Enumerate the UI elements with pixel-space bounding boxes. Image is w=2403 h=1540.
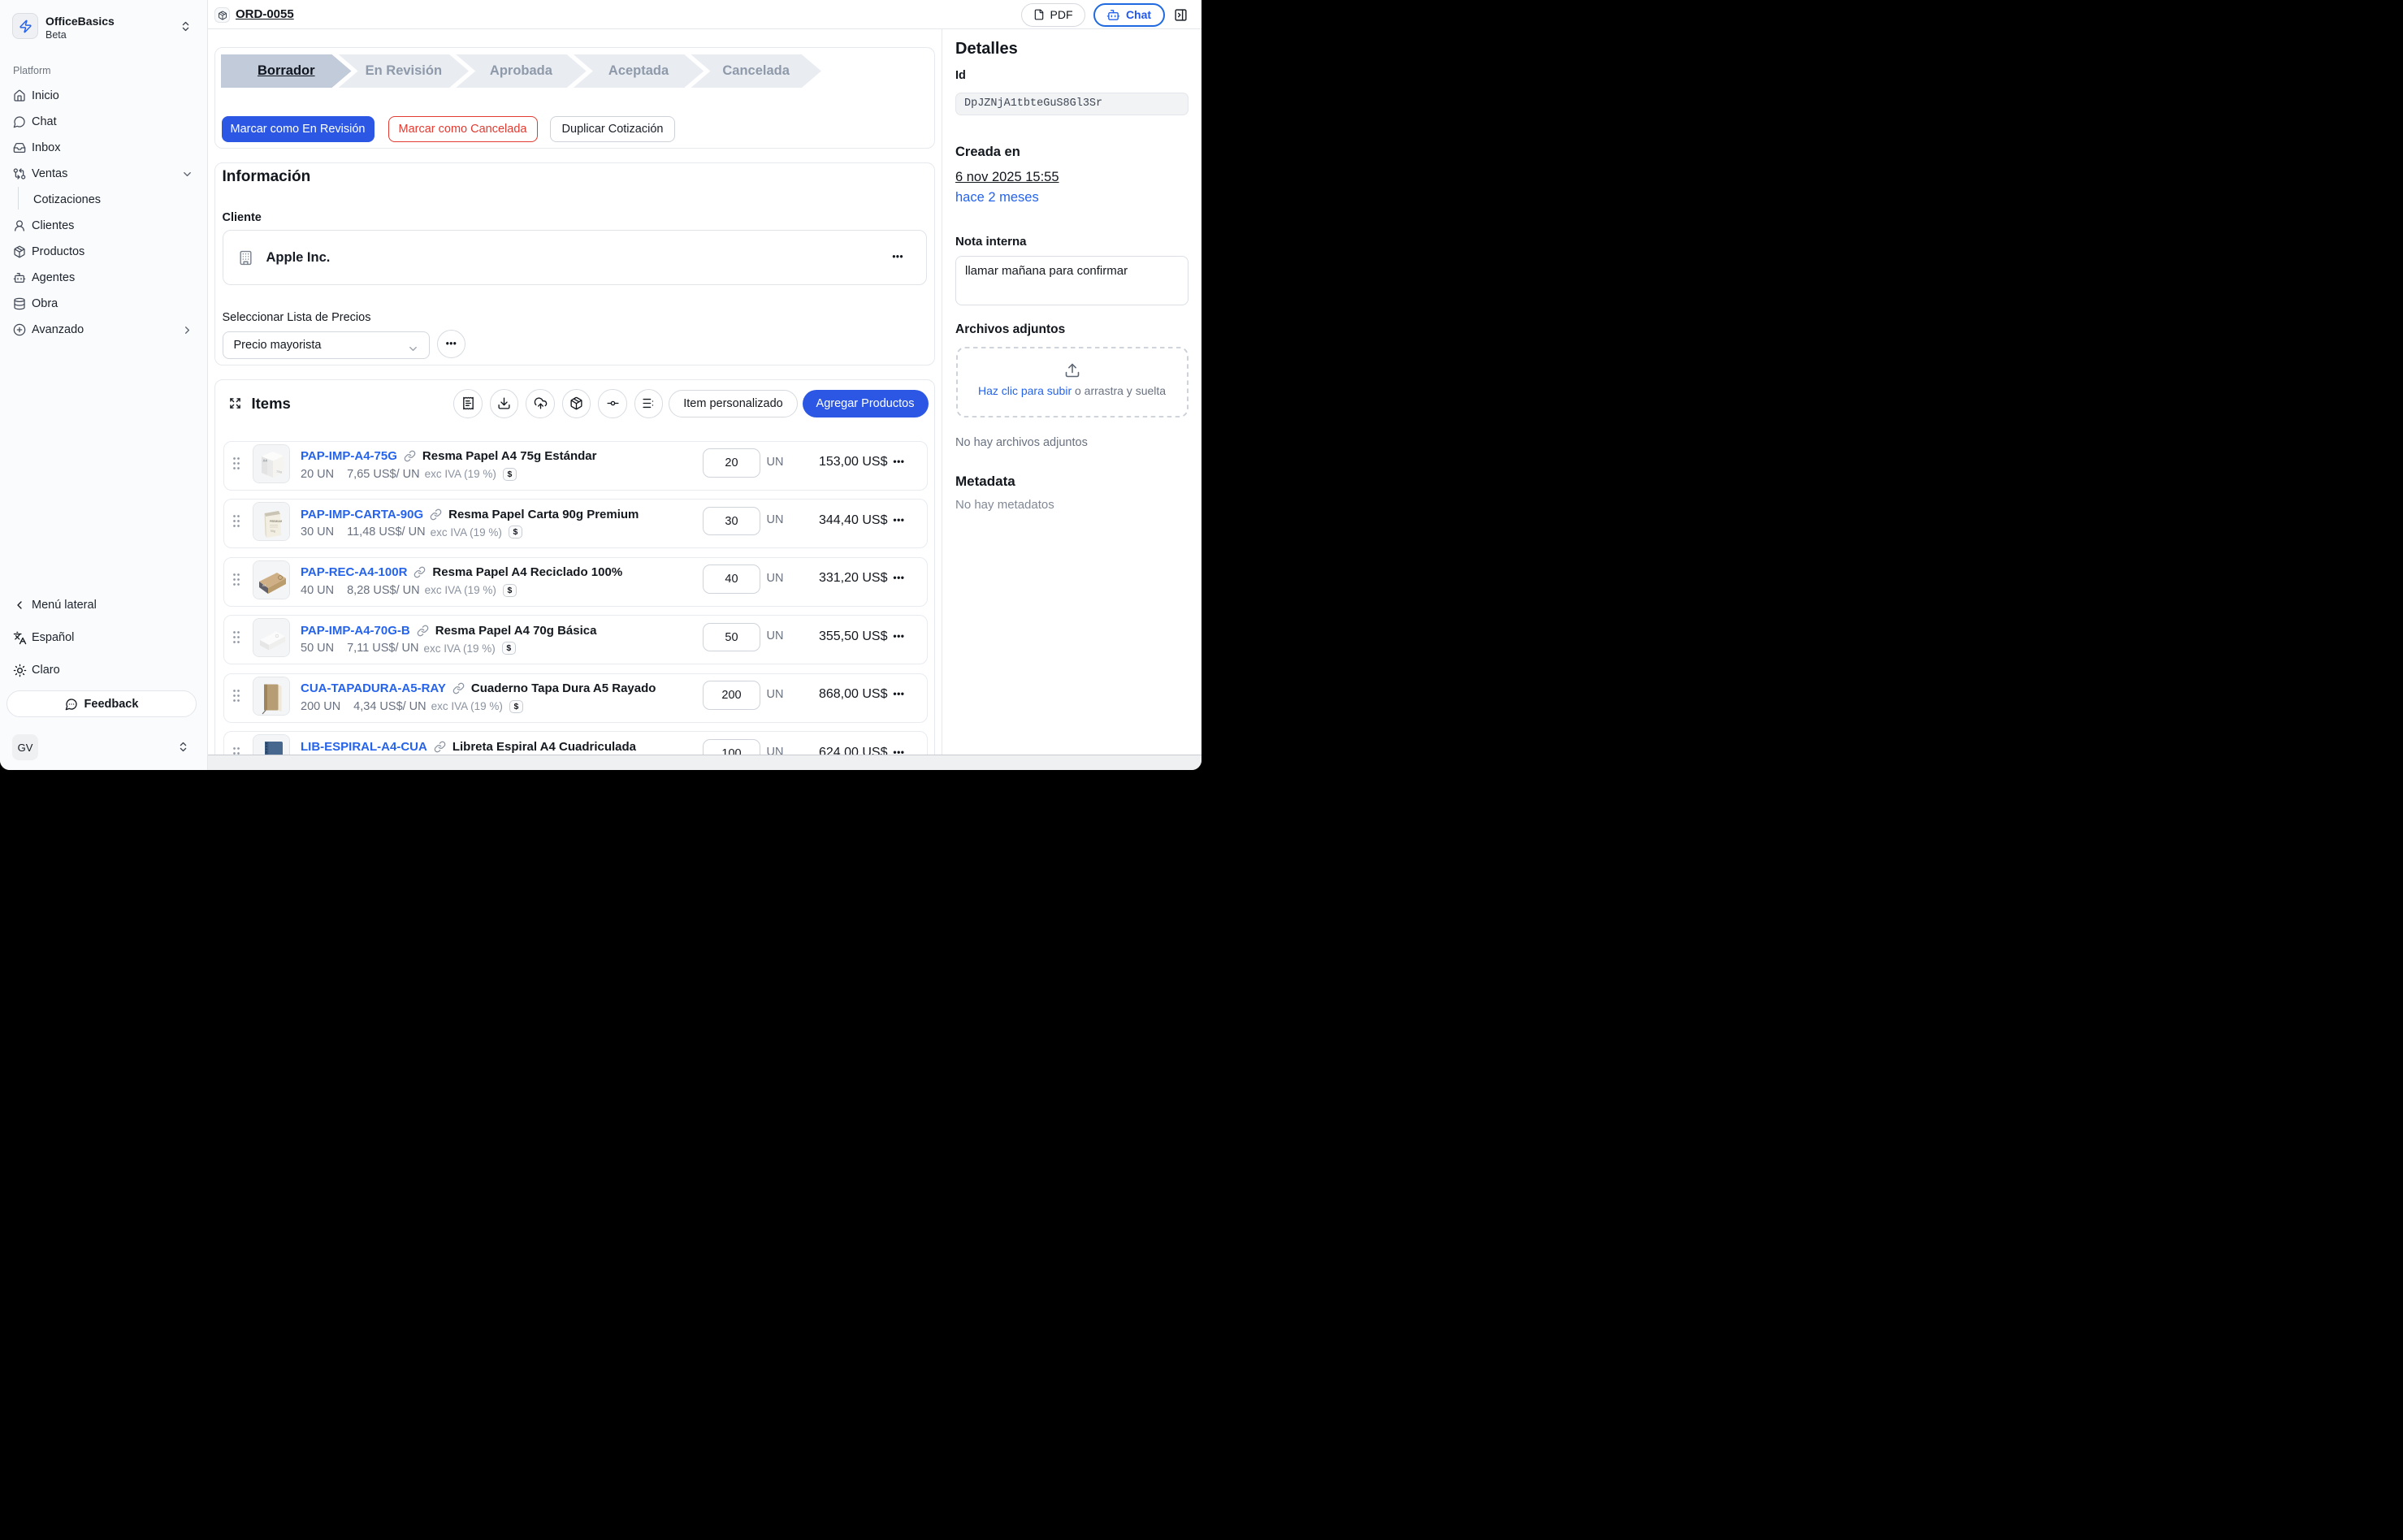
svg-text:PREMIUM: PREMIUM <box>270 520 282 523</box>
svg-text:90g: 90g <box>271 530 275 533</box>
svg-text:75g: 75g <box>276 469 282 474</box>
svg-text:A4: A4 <box>263 458 268 462</box>
svg-text:A4: A4 <box>262 584 266 587</box>
